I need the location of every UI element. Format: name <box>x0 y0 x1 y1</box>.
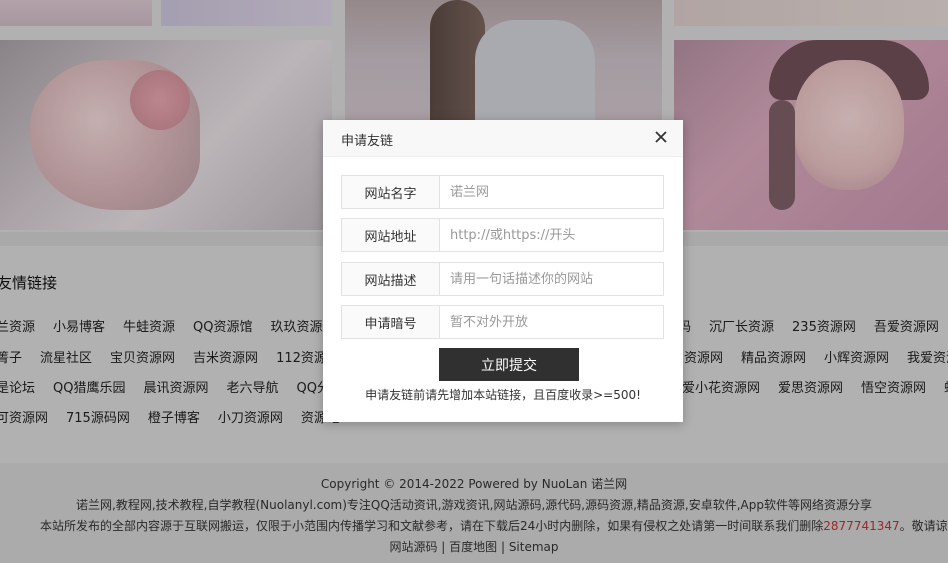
site-description-input[interactable] <box>440 263 663 295</box>
passcode-row: 申请暗号 <box>341 305 664 339</box>
passcode-input[interactable] <box>440 306 663 338</box>
site-description-label: 网站描述 <box>342 263 440 295</box>
site-url-input[interactable] <box>440 219 663 251</box>
site-name-input[interactable] <box>440 176 663 208</box>
site-name-label: 网站名字 <box>342 176 440 208</box>
site-name-row: 网站名字 <box>341 175 664 209</box>
passcode-label: 申请暗号 <box>342 306 440 338</box>
submit-button[interactable]: 立即提交 <box>439 348 579 381</box>
page-background: 友情链接 兰资源 小易博客 牛蛙资源 QQ资源馆 玖玖资源网 码沉厂长资源 235资源网吾… <box>0 0 948 563</box>
site-description-row: 网站描述 <box>341 262 664 296</box>
dialog-title: 申请友链 <box>341 134 394 149</box>
close-icon[interactable] <box>653 129 669 145</box>
site-url-row: 网站地址 <box>341 218 664 252</box>
site-url-label: 网站地址 <box>342 219 440 251</box>
submit-notice: 申请友链前请先增加本站链接，且百度收录>=500! <box>365 388 641 402</box>
dialog-header: 申请友链 <box>323 120 683 157</box>
apply-friend-link-dialog: 申请友链 网站名字 网站地址 网站描述 申请暗号 立即提交 申请友链前请先增加本… <box>323 120 683 422</box>
